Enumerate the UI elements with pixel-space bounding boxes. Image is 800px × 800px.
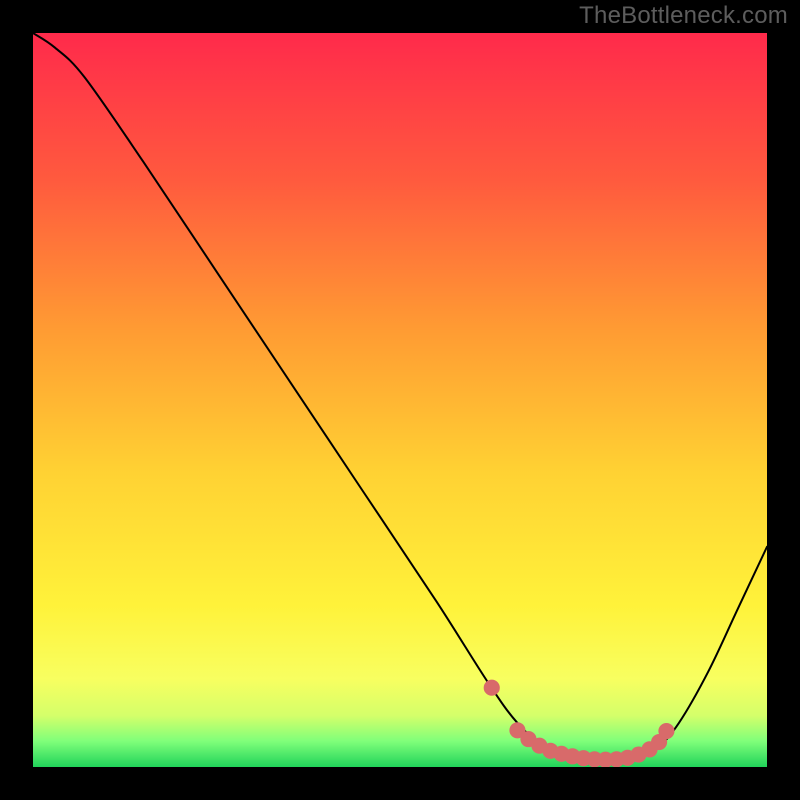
gradient-background <box>33 33 767 767</box>
chart-frame: TheBottleneck.com <box>0 0 800 800</box>
watermark-text: TheBottleneck.com <box>579 2 788 30</box>
chart-plot-area <box>33 33 767 767</box>
marker-dot <box>484 680 500 696</box>
marker-dot <box>658 723 674 739</box>
chart-svg <box>33 33 767 767</box>
